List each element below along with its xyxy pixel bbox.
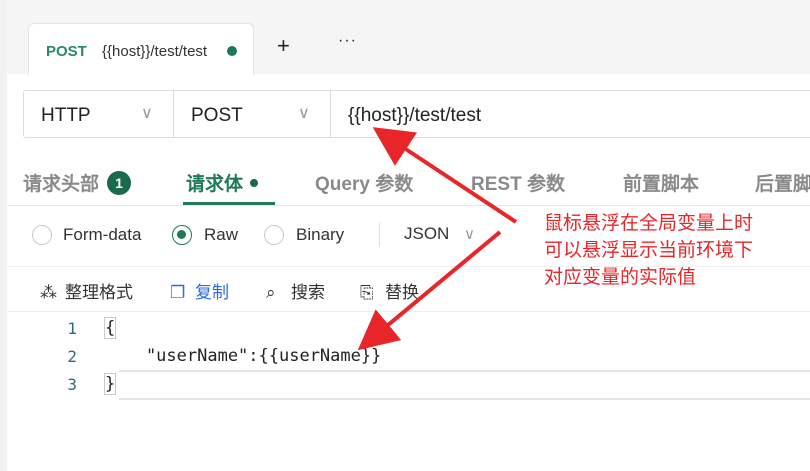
annotation-line: 鼠标悬浮在全局变量上时: [544, 213, 754, 234]
annotation-line: 可以悬浮显示当前环境下: [544, 240, 754, 261]
arrow-to-variable: [357, 230, 502, 351]
arrow-to-url: [372, 127, 518, 224]
annotation-line: 对应变量的实际值: [544, 267, 697, 288]
api-editor-page: POST {{host}}/test/test + ··· HTTP ∨ POS…: [0, 0, 810, 471]
annotation-text: 鼠标悬浮在全局变量上时 可以悬浮显示当前环境下 对应变量的实际值: [544, 210, 753, 291]
